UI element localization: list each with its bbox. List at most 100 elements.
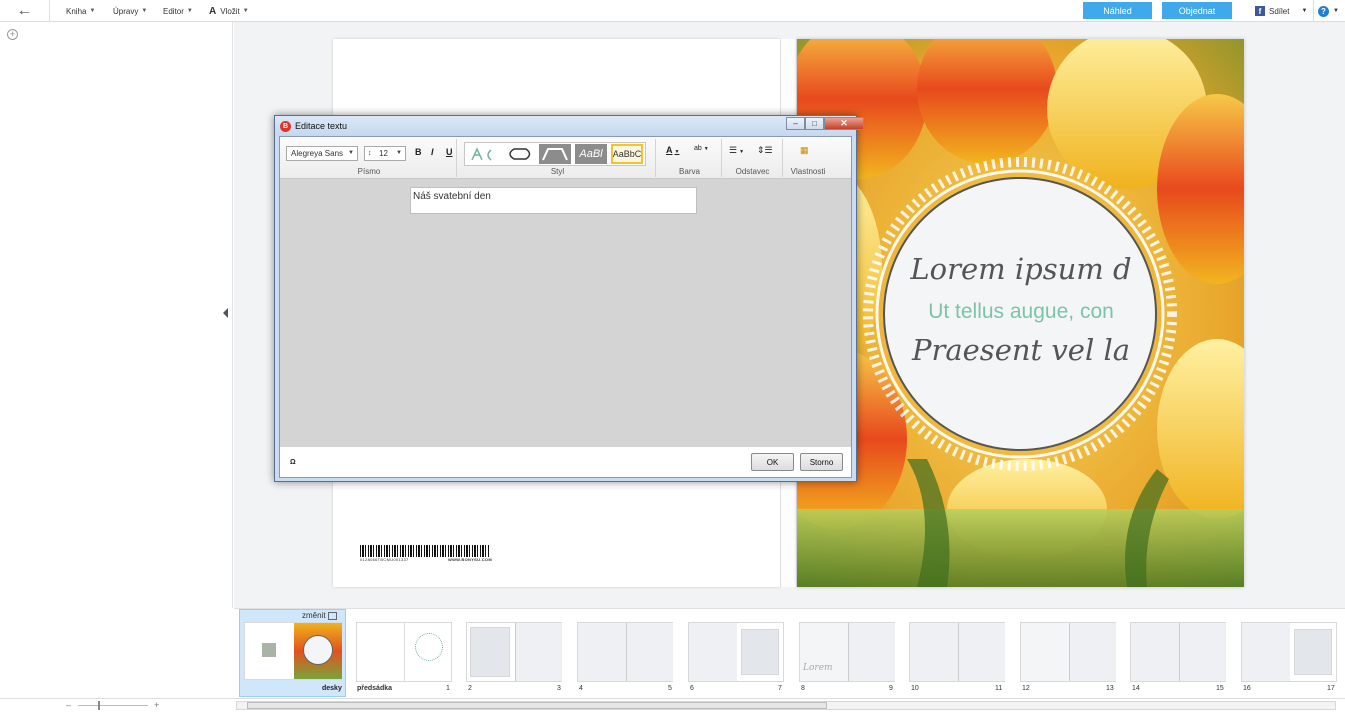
special-chars-icon[interactable]: Ω — [290, 459, 296, 466]
page-num-10: 10 — [911, 685, 919, 692]
style-option-bridge[interactable] — [539, 144, 571, 164]
cover-circle — [303, 635, 333, 665]
page-num-8: 8 — [801, 685, 805, 692]
thumb-spread-14-15[interactable] — [1130, 622, 1226, 682]
order-button[interactable]: Objednat — [1162, 2, 1232, 19]
text-icon: A — [209, 5, 217, 17]
menu-editor[interactable]: Editor ▼ — [163, 0, 193, 22]
back-cover-photo — [262, 643, 276, 657]
page-num-16: 16 — [1243, 685, 1251, 692]
dialog-title: Editace textu — [295, 121, 348, 131]
thumb-spread-2-3[interactable] — [466, 622, 562, 682]
italic-button[interactable]: I — [431, 147, 434, 157]
dialog-titlebar[interactable]: B Editace textu – □ ✕ — [275, 116, 864, 136]
page-num-1: 1 — [446, 685, 450, 692]
maximize-icon[interactable]: □ — [805, 117, 824, 130]
barcode-site: WWW.BONYSU.COM — [448, 557, 492, 562]
page-num-14: 14 — [1132, 685, 1140, 692]
bold-button[interactable]: B — [415, 147, 422, 157]
close-icon[interactable]: ✕ — [824, 117, 864, 130]
lorem-text: Lorem — [803, 663, 833, 673]
font-family-select[interactable]: Alegreya Sans ▼ — [286, 146, 358, 161]
page-num-11: 11 — [995, 685, 1003, 692]
thumb-spread-4-5[interactable] — [577, 622, 673, 682]
thumb-spread-12-13[interactable] — [1020, 622, 1116, 682]
font-color-button[interactable]: A ▼ — [666, 145, 679, 155]
minimize-icon[interactable]: – — [786, 117, 805, 130]
text-edit-dialog: B Editace textu – □ ✕ Alegreya Sans ▼ ↕ 1… — [274, 115, 864, 482]
cover-label: desky — [322, 685, 342, 692]
zoom-control[interactable]: – + — [66, 700, 159, 711]
photo-placeholder — [1294, 629, 1332, 675]
page-half — [1069, 623, 1116, 681]
page-num-6: 6 — [690, 685, 694, 692]
cover-mini — [244, 622, 342, 680]
preview-button[interactable]: Náhled — [1083, 2, 1152, 19]
thumb-spread-6-7[interactable] — [688, 622, 784, 682]
highlight-color-button[interactable]: ab ▼ — [694, 145, 709, 152]
collapse-panel-icon[interactable] — [223, 308, 228, 318]
chevron-down-icon: ▼ — [1333, 8, 1339, 14]
style-group-label: Styl — [550, 167, 565, 176]
text-input[interactable]: Náš svatební den — [410, 187, 697, 214]
zoom-slider-handle[interactable] — [97, 701, 100, 711]
color-group: A ▼ ab ▼ Barva — [658, 139, 722, 177]
facebook-icon: f — [1255, 6, 1265, 16]
line-spacing-icon[interactable]: ⇕☰ — [757, 145, 773, 156]
menu-kniha[interactable]: Kniha ▼ — [66, 0, 95, 22]
page-half — [1021, 623, 1069, 681]
barcode-number: 0128066TBCMU001337 — [360, 557, 409, 562]
zoom-in-icon[interactable]: + — [154, 700, 159, 710]
paragraph-group-label: Odstavec — [735, 167, 770, 176]
style-option-arc-up[interactable] — [467, 144, 499, 164]
font-size-select[interactable]: ↕ 12 ▼ — [364, 146, 406, 161]
thumb-spread-16-17[interactable] — [1241, 622, 1337, 682]
zoom-out-icon[interactable]: – — [66, 700, 71, 710]
endpaper-label: předsádka — [357, 685, 393, 692]
horizontal-scrollbar[interactable] — [236, 701, 1336, 710]
cover-title-line1[interactable]: Lorem ipsum d — [886, 252, 1156, 286]
page-num-15: 15 — [1216, 685, 1224, 692]
thumb-spread-10-11[interactable] — [909, 622, 1005, 682]
menu-vlozit[interactable]: A Vložit ▼ — [209, 0, 249, 22]
cover-subtitle[interactable]: Ut tellus augue, con — [886, 300, 1156, 324]
properties-group: ▦ Vlastnosti — [785, 139, 831, 177]
stepper-icon[interactable]: ↕ — [368, 147, 372, 160]
left-panel: + — [0, 22, 233, 608]
page-half — [626, 623, 673, 681]
page-half — [910, 623, 958, 681]
cover-title-line3[interactable]: Praesent vel la — [886, 333, 1156, 367]
back-button[interactable]: ← — [0, 0, 50, 22]
style-gallery: AaBl AaBbC — [464, 142, 646, 166]
page-num-12: 12 — [1022, 685, 1030, 692]
style-option-plain[interactable]: AaBbC — [611, 144, 643, 164]
scrollbar-thumb[interactable] — [247, 702, 827, 709]
ok-button[interactable]: OK — [751, 453, 794, 471]
front-cover-photo — [294, 623, 342, 679]
style-option-circle[interactable] — [503, 144, 535, 164]
menu-upravy[interactable]: Úpravy ▼ — [113, 0, 147, 22]
chevron-down-icon: ▼ — [242, 8, 249, 14]
align-left-icon[interactable]: ☰ ▼ — [729, 145, 744, 156]
font-group-label: Písmo — [357, 167, 381, 176]
properties-icon[interactable]: ▦ — [800, 145, 809, 156]
cancel-button[interactable]: Storno — [800, 453, 843, 471]
window-controls: – □ ✕ — [786, 117, 864, 130]
photo-placeholder — [470, 627, 510, 677]
page-half — [958, 623, 1005, 681]
chevron-down-icon: ▼ — [1301, 8, 1308, 14]
share-button[interactable]: f Sdílet ▼ — [1255, 0, 1307, 22]
add-icon[interactable]: + — [7, 29, 18, 40]
dialog-footer: Ω OK Storno — [280, 447, 851, 477]
page-num-9: 9 — [889, 685, 893, 692]
thumb-endpaper[interactable] — [356, 622, 452, 682]
zoom-slider[interactable] — [77, 701, 148, 711]
page-half — [1179, 623, 1226, 681]
help-button[interactable]: ? ▼ — [1313, 0, 1339, 22]
thumb-spread-8-9[interactable]: Lorem — [799, 622, 895, 682]
chevron-down-icon: ▼ — [739, 149, 745, 155]
underline-button[interactable]: U — [446, 147, 453, 157]
style-option-shadow[interactable]: AaBl — [575, 144, 607, 164]
page-half — [689, 623, 737, 681]
change-cover-link[interactable]: změnit — [302, 611, 337, 620]
